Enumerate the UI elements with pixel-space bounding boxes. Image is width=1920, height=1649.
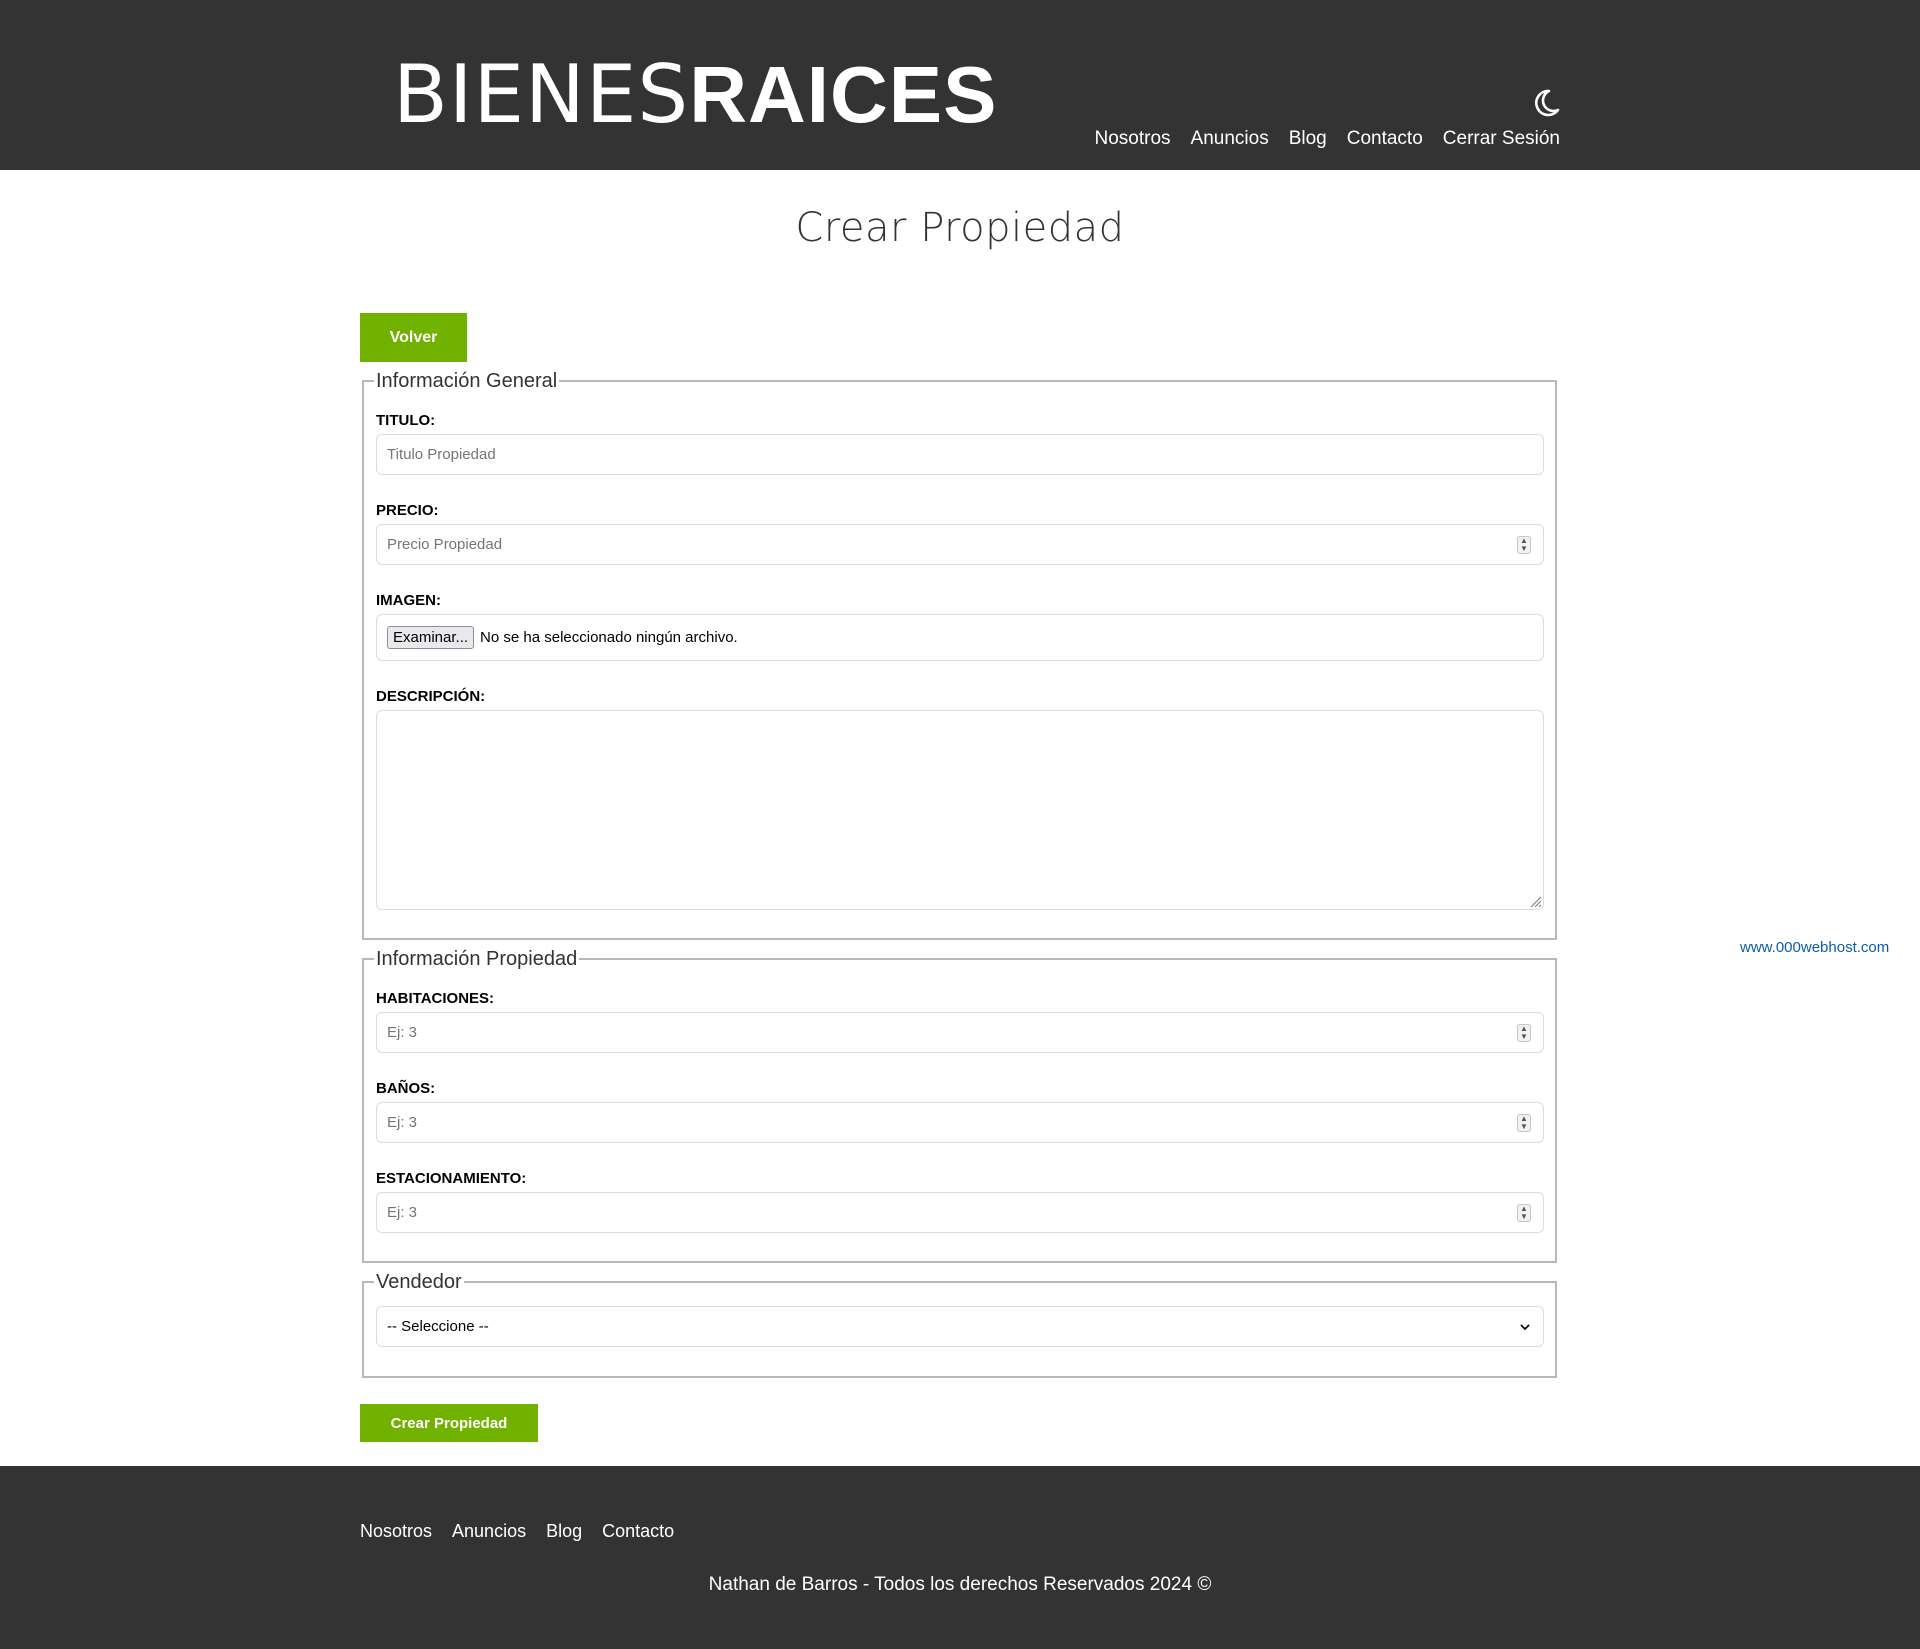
footer-link-anuncios[interactable]: Anuncios: [452, 1521, 526, 1542]
site-header: BIENESRAICES Nosotros Anuncios Blog Cont…: [0, 0, 1920, 170]
copyright-text: Nathan de Barros - Todos los derechos Re…: [708, 1574, 1212, 1595]
nav-link-cerrar-sesion[interactable]: Cerrar Sesión: [1443, 128, 1560, 150]
resize-handle-icon[interactable]: [1529, 895, 1541, 907]
titulo-placeholder: Titulo Propiedad: [387, 446, 496, 463]
precio-spinner-icon[interactable]: ▲ ▼: [1517, 535, 1531, 554]
file-status-text: No se ha seleccionado ningún archivo.: [480, 629, 738, 646]
imagen-label: IMAGEN:: [376, 592, 441, 609]
examinar-button[interactable]: Examinar...: [387, 626, 475, 649]
dark-mode-moon-icon[interactable]: [1530, 88, 1560, 118]
precio-input[interactable]: Precio Propiedad ▲ ▼: [376, 524, 1544, 565]
banos-spinner-icon[interactable]: ▲ ▼: [1517, 1113, 1531, 1132]
webhost-link[interactable]: www.000webhost.com: [1740, 939, 1889, 956]
nav-link-nosotros[interactable]: Nosotros: [1095, 128, 1171, 150]
logo-light-text: BIENES: [393, 48, 690, 141]
fieldset-vendedor: Vendedor -- Seleccione --: [362, 1270, 1557, 1378]
precio-label: PRECIO:: [376, 502, 439, 519]
titulo-label: TITULO:: [376, 412, 436, 429]
habitaciones-input[interactable]: Ej: 3 ▲ ▼: [376, 1012, 1544, 1053]
footer-nav: Nosotros Anuncios Blog Contacto: [360, 1521, 674, 1542]
logo-bold-text: RAICES: [689, 50, 998, 139]
page-title: Crear Propiedad: [795, 205, 1125, 251]
site-logo[interactable]: BIENESRAICES: [393, 50, 997, 140]
site-footer: Nosotros Anuncios Blog Contacto Nathan d…: [0, 1466, 1920, 1649]
banos-input[interactable]: Ej: 3 ▲ ▼: [376, 1102, 1544, 1143]
nav-link-contacto[interactable]: Contacto: [1347, 128, 1423, 150]
footer-link-blog[interactable]: Blog: [546, 1521, 582, 1542]
titulo-input[interactable]: Titulo Propiedad: [376, 434, 1544, 475]
estacionamiento-input[interactable]: Ej: 3 ▲ ▼: [376, 1192, 1544, 1233]
main-nav: Nosotros Anuncios Blog Contacto Cerrar S…: [1095, 128, 1561, 150]
legend-informacion-general: Información General: [374, 369, 560, 393]
habitaciones-label: HABITACIONES:: [376, 990, 495, 1007]
vendedor-selected-option: -- Seleccione --: [387, 1318, 489, 1335]
volver-button[interactable]: Volver: [360, 313, 467, 362]
fieldset-informacion-general: Información General TITULO: Titulo Propi…: [362, 369, 1557, 940]
nav-link-blog[interactable]: Blog: [1289, 128, 1327, 150]
descripcion-textarea[interactable]: [376, 710, 1544, 910]
descripcion-label: DESCRIPCIÓN:: [376, 688, 486, 705]
imagen-file-input[interactable]: Examinar... No se ha seleccionado ningún…: [376, 614, 1544, 661]
footer-link-nosotros[interactable]: Nosotros: [360, 1521, 432, 1542]
estacionamiento-spinner-icon[interactable]: ▲ ▼: [1517, 1203, 1531, 1222]
estacionamiento-placeholder: Ej: 3: [387, 1204, 418, 1221]
banos-placeholder: Ej: 3: [387, 1114, 418, 1131]
legend-informacion-propiedad: Información Propiedad: [374, 947, 580, 971]
habitaciones-placeholder: Ej: 3: [387, 1024, 418, 1041]
nav-link-anuncios[interactable]: Anuncios: [1191, 128, 1269, 150]
precio-placeholder: Precio Propiedad: [387, 536, 503, 553]
estacionamiento-label: ESTACIONAMIENTO:: [376, 1170, 527, 1187]
vendedor-select[interactable]: -- Seleccione --: [376, 1306, 1544, 1347]
crear-propiedad-button[interactable]: Crear Propiedad: [360, 1404, 538, 1442]
fieldset-informacion-propiedad: Información Propiedad HABITACIONES: Ej: …: [362, 947, 1557, 1263]
legend-vendedor: Vendedor: [374, 1270, 464, 1294]
chevron-down-icon: [1520, 1323, 1530, 1330]
banos-label: BAÑOS:: [376, 1080, 436, 1097]
footer-link-contacto[interactable]: Contacto: [602, 1521, 674, 1542]
habitaciones-spinner-icon[interactable]: ▲ ▼: [1517, 1023, 1531, 1042]
